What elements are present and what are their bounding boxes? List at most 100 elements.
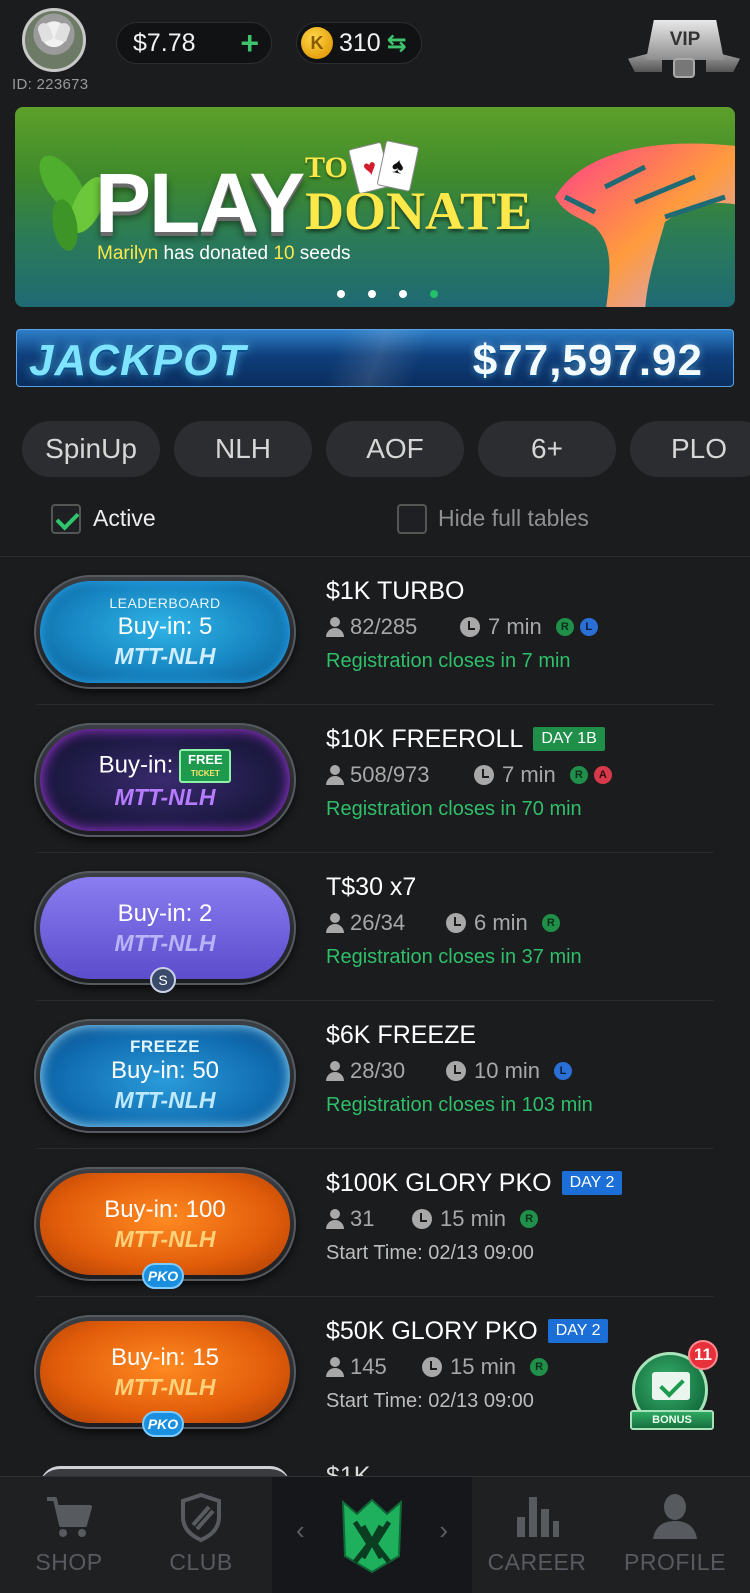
bonus-label: BONUS [630,1410,714,1430]
buy-in-badge[interactable]: Buy-in: 100 MTT-NLH PKO [34,1167,296,1289]
top-bar: ID: 223673 $7.78 + K 310 ⇆ VIP [0,0,750,96]
game-type: MTT-NLH [114,1087,216,1113]
shield-icon [181,1492,221,1543]
rebuy-icon: R [555,618,574,636]
tournament-info: $1K TURBO 82/285 7 min R L Registration … [326,575,746,674]
add-funds-icon[interactable]: + [240,25,259,62]
players-count: 28/30 [350,1058,406,1083]
coin-icon: K [301,27,333,59]
donation-amount: 10 [273,243,295,264]
leaderboard-tag: LEADERBOARD [109,595,221,611]
exchange-icon[interactable]: ⇆ [387,29,407,58]
carousel-indicator [337,290,438,298]
players-icon [326,1209,344,1229]
tournament-meta: 82/285 7 min R L [326,612,746,642]
blind-time: 10 min [474,1058,541,1083]
filter-chip-plo[interactable]: PLO [630,421,750,477]
tournament-info: $100K GLORY PKO DAY 2 31 15 min R Start … [326,1167,746,1266]
pko-badge: PKO [142,1411,184,1437]
jackpot-amount: $77,597.92 [472,336,703,385]
tournament-row[interactable]: Buy-in: 2 MTT-NLH S T$30 x7 26/34 6 min … [0,853,750,1001]
buy-in-badge[interactable]: Buy-in: 2 MTT-NLH S [34,871,296,993]
tournament-row[interactable]: Buy-in: FREE TICKET MTT-NLH $10K FREEROLL … [0,705,750,853]
tournament-title: $1K TURBO [326,575,746,607]
filter-chip-aof[interactable]: AOF [326,421,464,477]
carousel-dot[interactable] [337,290,345,298]
nav-career[interactable]: CAREER [468,1477,606,1593]
buy-in-badge-face: Buy-in: FREE TICKET MTT-NLH [40,729,290,831]
players-count: 508/973 [350,762,430,787]
active-label[interactable]: Active [93,505,156,532]
chevron-left-icon[interactable]: ‹ [296,1515,305,1546]
rebuy-icon: R [520,1210,539,1228]
home-crown-logo-icon [341,1498,403,1573]
nav-profile[interactable]: PROFILE [606,1477,744,1593]
clock-icon [422,1357,442,1377]
rebuy-icon: R [569,766,588,784]
game-type: MTT-NLH [114,784,216,810]
players-icon [326,1357,344,1377]
active-checkbox[interactable] [51,504,81,534]
nav-club-label: CLUB [169,1549,233,1575]
rebuy-icon: R [530,1358,549,1376]
carousel-dot[interactable] [399,290,407,298]
filter-chip-spinup[interactable]: SpinUp [22,421,160,477]
coins-pill[interactable]: K 310 ⇆ [296,22,422,64]
tournament-meta: 26/34 6 min R [326,908,746,938]
tournament-meta: 508/973 7 min R A [326,760,746,790]
vip-button[interactable]: VIP [628,12,740,82]
game-type: MTT-NLH [114,1374,216,1400]
filter-chip-6plus[interactable]: 6+ [478,421,616,477]
carousel-dot-active[interactable] [430,290,438,298]
buy-in-text: Buy-in: 15 [110,1344,220,1371]
notification-count-badge: 11 [688,1340,718,1370]
balance-pill[interactable]: $7.78 + [116,22,272,64]
players-icon [326,1061,344,1081]
hide-full-checkbox[interactable] [397,504,427,534]
filter-chip-nlh[interactable]: NLH [174,421,312,477]
avatar[interactable] [22,8,86,72]
nav-club[interactable]: CLUB [132,1477,270,1593]
blind-time: 6 min [474,910,528,935]
ticket-label: FREE [188,752,223,767]
banner-play-text: PLAY [95,156,305,250]
promo-banner[interactable]: PLAY ♥ ♠ TO DONATE Marilyn has donated 1… [15,107,735,307]
avatar-ear [36,21,54,43]
clock-icon [446,913,466,933]
free-ticket-icon: FREE TICKET [179,749,232,783]
cart-icon [47,1497,92,1537]
jackpot-banner[interactable]: JACKPOT $77,597.92 [16,329,734,387]
chevron-right-icon[interactable]: › [439,1515,448,1546]
buy-in-badge[interactable]: FREEZE Buy-in: 50 MTT-NLH [34,1019,296,1133]
list-options: Active Hide full tables [0,496,750,546]
tournament-row-partial[interactable]: $1K [0,1446,750,1476]
tournament-row[interactable]: FREEZE Buy-in: 50 MTT-NLH $6K FREEZE 28/… [0,1001,750,1149]
clock-icon [412,1209,432,1229]
tournament-name: $100K GLORY PKO [326,1169,552,1197]
bonus-button[interactable]: BONUS 11 [626,1340,718,1438]
blind-time: 15 min [450,1354,517,1379]
game-type: MTT-NLH [114,930,216,956]
bar-chart-icon [517,1497,559,1537]
players-icon [326,913,344,933]
tournament-name: $10K FREEROLL [326,725,524,753]
clock-icon [446,1061,466,1081]
tournament-row[interactable]: Buy-in: 100 MTT-NLH PKO $100K GLORY PKO … [0,1149,750,1297]
players-count: 145 [350,1354,387,1379]
bottom-navigation: SHOP CLUB ‹ › CAREER PROFILE [0,1476,750,1593]
nav-home[interactable]: ‹ › [272,1477,472,1593]
buy-in-badge[interactable]: Buy-in: 15 MTT-NLH PKO [34,1315,296,1437]
carousel-dot[interactable] [368,290,376,298]
buy-in-badge[interactable]: LEADERBOARD Buy-in: 5 MTT-NLH [34,575,296,689]
tournament-meta: 28/30 10 min L [326,1056,746,1086]
players-count: 31 [350,1206,375,1231]
start-time: Start Time: 02/13 09:00 [326,1242,534,1264]
hide-full-label[interactable]: Hide full tables [438,505,589,532]
buy-in-badge[interactable]: Buy-in: FREE TICKET MTT-NLH [34,723,296,837]
late-reg-icon: L [579,618,598,636]
tournament-row[interactable]: LEADERBOARD Buy-in: 5 MTT-NLH $1K TURBO … [0,557,750,705]
tournament-title: T$30 x7 [326,871,746,903]
nav-shop[interactable]: SHOP [0,1477,138,1593]
buy-in-badge-face: Buy-in: 15 MTT-NLH [40,1321,290,1423]
freeze-tag: FREEZE [129,1037,201,1056]
